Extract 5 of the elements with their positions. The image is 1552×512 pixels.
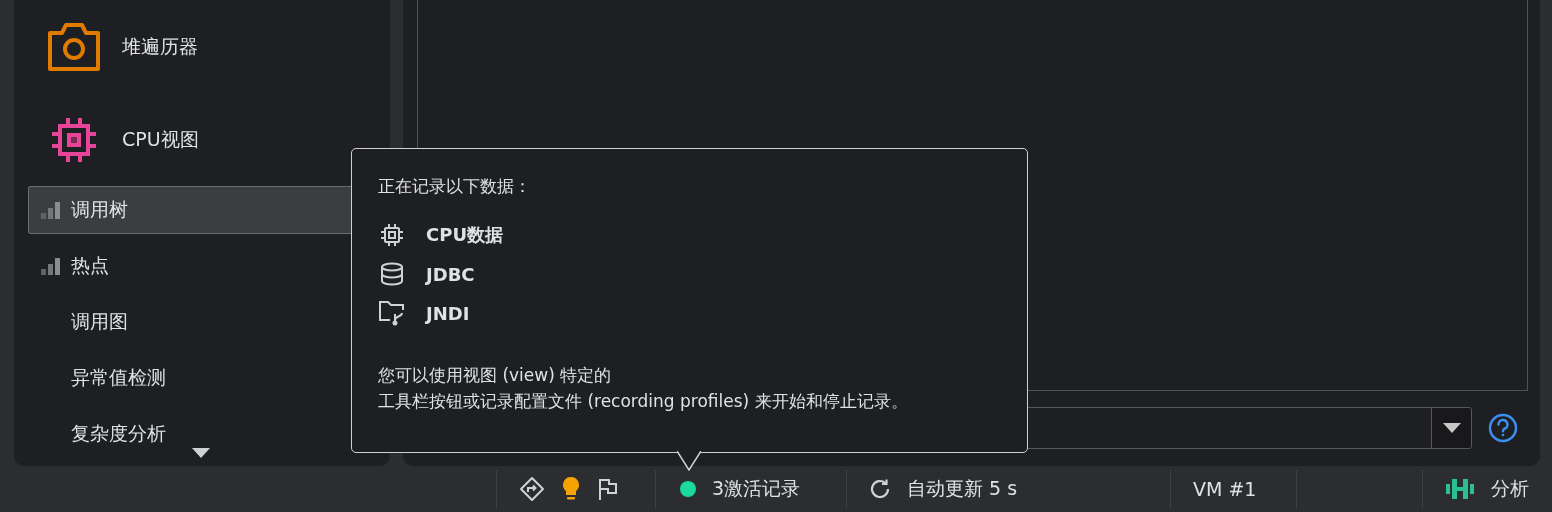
recorded-data-label: JDBC (426, 263, 475, 285)
tooltip-note: 您可以使用视图 (view) 特定的 工具栏按钮或记录配置文件 (recording profiles) 来开始和停止记录。 (378, 364, 909, 414)
recorded-data-label: JNDI (426, 302, 470, 324)
recorded-data-label: CPU数据 (426, 223, 504, 247)
tooltip-heading: 正在记录以下数据： (378, 175, 532, 198)
